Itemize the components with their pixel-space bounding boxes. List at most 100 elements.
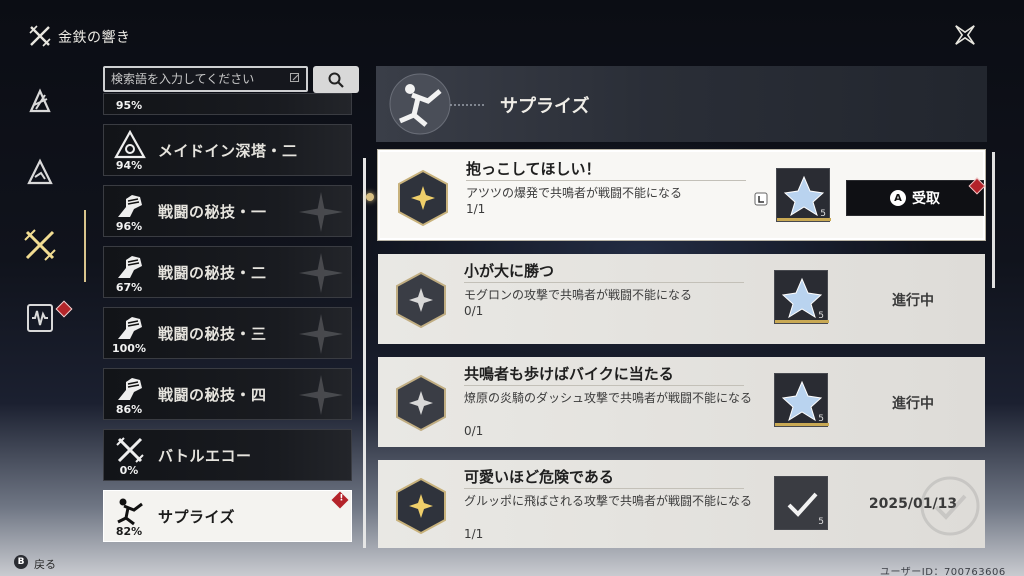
category-item[interactable]: 67% 戦闘の秘技・二 — [103, 246, 352, 298]
alert-badge: ! — [331, 491, 349, 509]
reward-rarity-bar — [777, 218, 831, 221]
claim-label: 受取 — [912, 191, 940, 207]
category-name: 戦闘の秘技・二 — [158, 264, 267, 282]
category-percent: 96% — [115, 220, 143, 233]
top-bar: 金鉄の響き — [0, 0, 1024, 64]
reward-item-claimed[interactable]: 5 — [774, 476, 828, 530]
category-item[interactable]: 100% 戦闘の秘技・三 — [103, 307, 352, 359]
compass-watermark-icon — [299, 192, 343, 232]
divider — [464, 282, 744, 283]
tower-icon — [114, 130, 146, 159]
category-name: サプライズ — [158, 508, 236, 526]
category-title: サプライズ — [500, 96, 590, 117]
search-icon — [328, 72, 344, 88]
category-item[interactable]: 94% メイドイン深塔・二 — [103, 124, 352, 176]
nav-tab-3[interactable] — [20, 225, 60, 265]
reward-item[interactable]: 5 — [774, 270, 829, 324]
search-input[interactable] — [111, 70, 281, 88]
category-name: 戦闘の秘技・三 — [158, 325, 267, 343]
achievement-description: 燎原の炎騎のダッシュ攻撃で共鳴者が戦闘不能になる — [464, 391, 753, 405]
category-item[interactable]: 0% バトルエコー — [103, 429, 352, 481]
reward-rarity-bar — [775, 423, 829, 426]
nav-tab-2[interactable] — [20, 152, 60, 192]
a-button-icon: A — [890, 190, 906, 206]
achievement-title: 可愛いほど危険である — [464, 468, 614, 486]
achievement-item[interactable]: 抱っこしてほしい！ アツツの爆発で共鳴者が戦闘不能になる 1/1 5 A 受取 — [378, 150, 986, 240]
fist-icon — [118, 195, 142, 217]
reward-item[interactable]: 5 — [774, 373, 829, 427]
achievement-item[interactable]: 共鳴者も歩けばバイクに当たる 燎原の炎騎のダッシュ攻撃で共鳴者が戦闘不能になる … — [378, 357, 985, 447]
back-button[interactable]: 戻る — [34, 556, 56, 572]
star-medal-icon — [396, 374, 446, 432]
triangle-rune-icon — [29, 88, 51, 113]
list-divider — [363, 158, 366, 548]
achievement-title: 抱っこしてほしい！ — [466, 160, 601, 178]
falling-person-icon — [117, 498, 143, 526]
claim-button[interactable]: A 受取 — [846, 180, 984, 216]
reward-quantity: 5 — [818, 517, 824, 527]
achievement-item[interactable]: 小が大に勝つ モグロンの攻撃で共鳴者が戦闘不能になる 0/1 5 進行中 — [378, 254, 985, 344]
compass-watermark-icon — [299, 253, 343, 293]
achievement-status: 進行中 — [892, 293, 934, 309]
achievement-progress: 0/1 — [464, 424, 484, 438]
fist-icon — [118, 378, 142, 400]
category-percent: 0% — [119, 464, 139, 477]
category-item[interactable]: 96% 戦闘の秘技・一 — [103, 185, 352, 237]
edit-icon — [290, 73, 299, 82]
category-item-selected[interactable]: 82% サプライズ ! — [103, 490, 352, 542]
category-name: 戦闘の秘技・一 — [158, 203, 267, 221]
star-medal-icon — [396, 477, 446, 535]
surprise-emblem-icon — [389, 73, 486, 135]
nav-tab-4[interactable] — [20, 298, 60, 338]
fist-icon — [118, 317, 142, 339]
achievement-description: アツツの爆発で共鳴者が戦闘不能になる — [466, 186, 683, 200]
user-id: ユーザーID：700763606 — [880, 567, 1006, 576]
category-percent: 82% — [115, 525, 143, 538]
achievement-status: 進行中 — [892, 396, 934, 412]
category-percent: 86% — [115, 403, 143, 416]
category-percent: 100% — [112, 342, 146, 355]
selection-indicator — [366, 193, 374, 201]
achievement-description: モグロンの攻撃で共鳴者が戦闘不能になる — [464, 288, 693, 302]
fist-icon — [118, 256, 142, 278]
compass-watermark-icon — [299, 375, 343, 415]
page-title: 金鉄の響き — [58, 30, 131, 46]
b-button-icon: B — [14, 555, 28, 569]
category-item[interactable]: 95% — [103, 93, 352, 115]
soundwave-icon — [27, 304, 53, 332]
divider — [466, 180, 746, 181]
divider — [464, 385, 744, 386]
mountain-rune-icon — [27, 158, 53, 185]
star-medal-icon — [398, 169, 448, 227]
l-tag-icon — [754, 192, 768, 206]
category-item[interactable]: 86% 戦闘の秘技・四 — [103, 368, 352, 420]
achievement-item-completed[interactable]: 可愛いほど危険である グルッポに飛ばされる攻撃で共鳴者が戦闘不能になる 1/1 … — [378, 460, 985, 548]
achievement-description: グルッポに飛ばされる攻撃で共鳴者が戦闘不能になる — [464, 494, 753, 508]
crossed-swords-icon — [29, 25, 51, 47]
scrollbar[interactable] — [992, 152, 995, 288]
close-star-icon[interactable] — [950, 20, 980, 50]
side-nav — [0, 70, 90, 370]
divider — [464, 488, 744, 489]
crossed-swords-icon — [24, 229, 56, 261]
category-percent: 95% — [115, 99, 143, 112]
achievement-progress: 1/1 — [464, 527, 484, 541]
alert-badge-text: ! — [339, 493, 344, 504]
search-button[interactable] — [313, 66, 359, 93]
category-header: サプライズ — [376, 66, 987, 142]
achievement-title: 共鳴者も歩けばバイクに当たる — [464, 365, 674, 383]
category-percent: 67% — [115, 281, 143, 294]
achievement-title: 小が大に勝つ — [464, 262, 555, 280]
search-field[interactable] — [103, 66, 308, 92]
category-list: 95% 94% メイドイン深塔・二 96% 戦闘の秘技・一 67% 戦闘の秘技・… — [103, 93, 353, 545]
reward-item[interactable]: 5 — [776, 168, 831, 222]
achievement-progress: 1/1 — [466, 202, 486, 216]
category-name: メイドイン深塔・二 — [158, 142, 298, 160]
star-medal-icon — [396, 271, 446, 329]
category-name: バトルエコー — [158, 447, 252, 465]
category-name: 戦闘の秘技・四 — [158, 386, 267, 404]
crossed-swords-icon — [116, 437, 144, 463]
achievement-progress: 0/1 — [464, 304, 484, 318]
nav-tab-1[interactable] — [20, 82, 60, 122]
category-percent: 94% — [115, 159, 143, 172]
